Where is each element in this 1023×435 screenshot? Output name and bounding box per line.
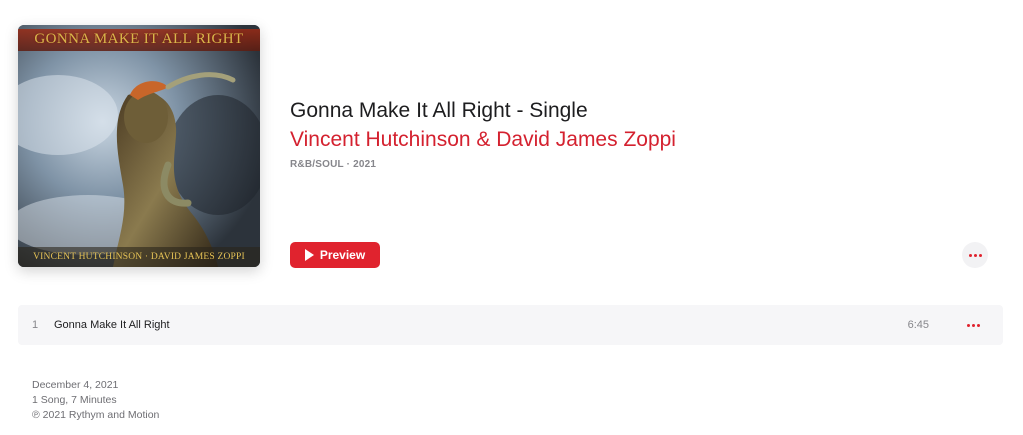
- track-more-button[interactable]: [963, 317, 983, 333]
- artwork-image: [18, 25, 260, 267]
- genre-year: R&B/SOUL · 2021: [290, 159, 377, 170]
- artwork-title-text: GONNA MAKE IT ALL RIGHT: [34, 31, 244, 47]
- album-page: GONNA MAKE IT ALL RIGHT VINCENT HUTCHINS…: [0, 0, 1023, 435]
- album-more-button[interactable]: [962, 242, 988, 268]
- track-title: Gonna Make It All Right: [54, 319, 170, 331]
- artwork-artist-text: VINCENT HUTCHINSON · DAVID JAMES ZOPPI: [33, 252, 245, 262]
- track-duration: 6:45: [907, 319, 929, 331]
- play-icon: [304, 249, 314, 261]
- release-date: December 4, 2021: [32, 379, 119, 391]
- song-summary: 1 Song, 7 Minutes: [32, 394, 117, 406]
- preview-button-label: Preview: [319, 248, 366, 262]
- album-title: Gonna Make It All Right - Single: [290, 99, 588, 122]
- album-footer: December 4, 2021 1 Song, 7 Minutes ℗ 202…: [32, 378, 159, 423]
- track-row[interactable]: 1 Gonna Make It All Right 6:45: [18, 305, 1003, 345]
- more-icon: [966, 323, 980, 327]
- more-icon: [968, 253, 982, 257]
- track-number: 1: [32, 319, 39, 331]
- copyright: ℗ 2021 Rythym and Motion: [32, 409, 160, 421]
- preview-button[interactable]: Preview: [290, 242, 380, 268]
- album-artwork[interactable]: GONNA MAKE IT ALL RIGHT VINCENT HUTCHINS…: [18, 25, 260, 267]
- album-artist-link[interactable]: Vincent Hutchinson & David James Zoppi: [290, 128, 676, 152]
